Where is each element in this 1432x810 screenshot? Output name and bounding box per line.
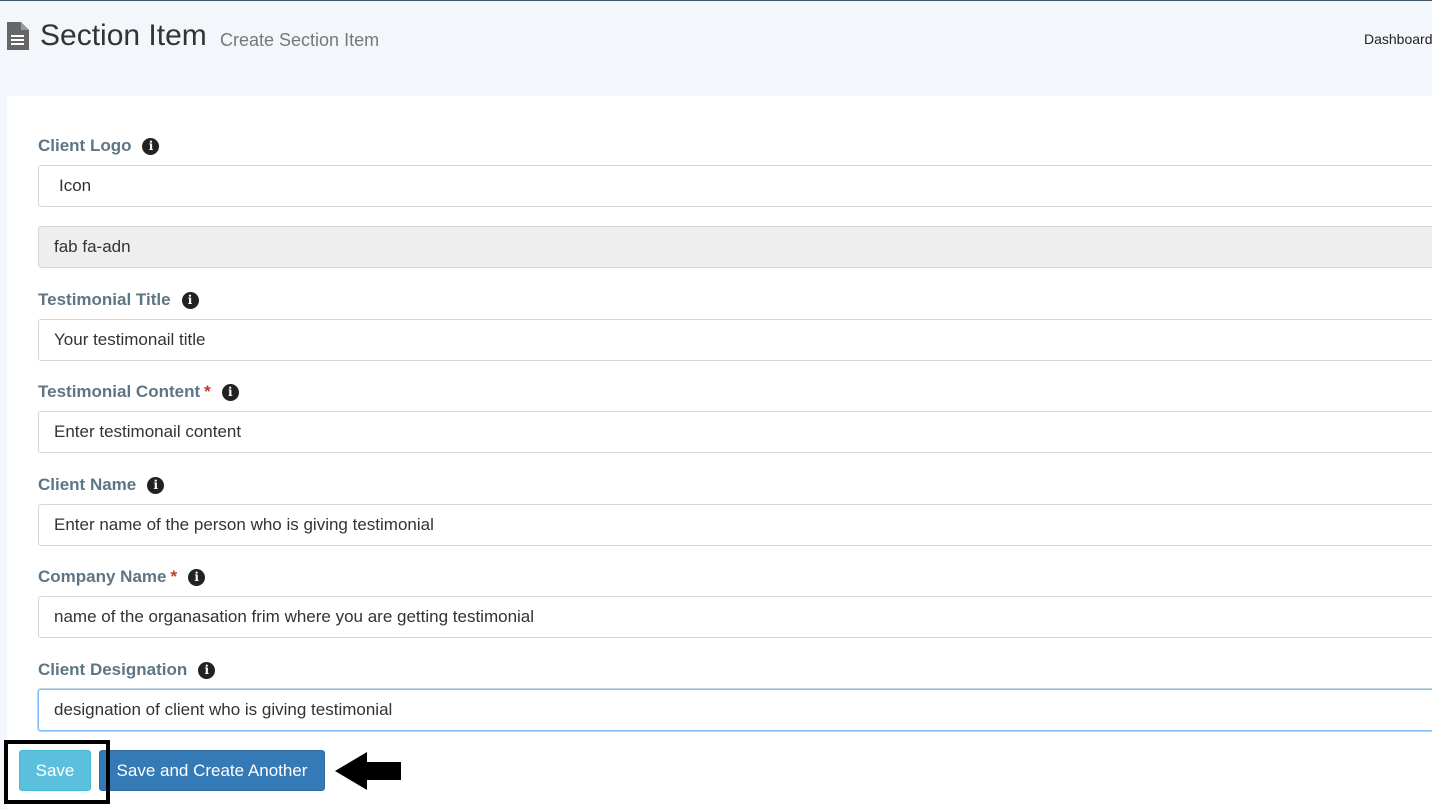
company-name-label: Company Name * i <box>38 567 206 587</box>
annotation-highlight-box <box>4 740 110 804</box>
testimonial-title-input[interactable]: Your testimonail title <box>38 319 1432 361</box>
page-subtitle: Create Section Item <box>220 30 380 50</box>
breadcrumb-dashboard[interactable]: Dashboard <box>1364 31 1432 47</box>
info-icon[interactable]: i <box>221 383 239 401</box>
content-header: Section Item Create Section Item Dashboa… <box>0 1 1432 95</box>
info-icon[interactable]: i <box>147 476 165 494</box>
arrow-left-icon <box>335 752 401 790</box>
required-mark: * <box>170 567 178 586</box>
testimonial-title-label: Testimonial Title i <box>38 290 199 310</box>
info-icon[interactable]: i <box>142 137 160 155</box>
client-logo-label: Client Logo i <box>38 136 160 156</box>
testimonial-title-label-text: Testimonial Title <box>38 290 171 309</box>
client-designation-label-text: Client Designation <box>38 660 188 679</box>
required-mark: * <box>204 382 211 401</box>
testimonial-content-label: Testimonial Content * i <box>38 382 239 402</box>
client-designation-input[interactable]: designation of client who is giving test… <box>38 689 1432 731</box>
company-name-label-text: Company Name <box>38 567 167 586</box>
info-icon[interactable]: i <box>188 568 206 586</box>
icon-class-field: fab fa-adn <box>38 226 1432 268</box>
info-icon[interactable]: i <box>198 661 216 679</box>
testimonial-content-input[interactable]: Enter testimonail content <box>38 411 1432 453</box>
save-and-create-another-button[interactable]: Save and Create Another <box>99 750 325 791</box>
file-text-icon <box>7 22 29 50</box>
company-name-input[interactable]: name of the organasation frim where you … <box>38 596 1432 638</box>
client-designation-label: Client Designation i <box>38 660 216 680</box>
client-name-input[interactable]: Enter name of the person who is giving t… <box>38 504 1432 546</box>
icon-picker-field[interactable]: Icon <box>38 165 1432 207</box>
client-name-label-text: Client Name <box>38 475 137 494</box>
client-name-label: Client Name i <box>38 475 165 495</box>
info-icon[interactable]: i <box>181 291 199 309</box>
testimonial-content-label-text: Testimonial Content <box>38 382 201 401</box>
page-title: Section Item <box>40 19 207 52</box>
client-logo-label-text: Client Logo <box>38 136 132 155</box>
